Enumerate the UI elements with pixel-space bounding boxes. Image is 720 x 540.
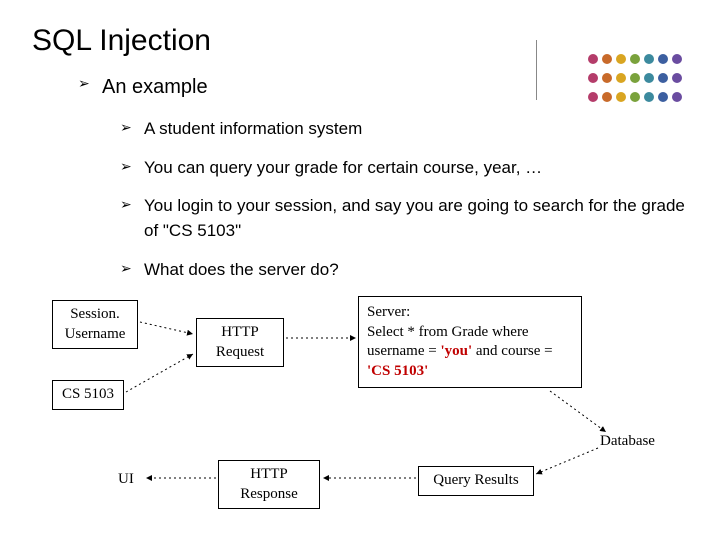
decor-vline <box>536 40 537 100</box>
box-query-results: Query Results <box>418 466 534 496</box>
box-cs5103: CS 5103 <box>52 380 124 410</box>
bullet: A student information system <box>120 117 688 142</box>
slide: SQL Injection An example A student infor… <box>0 0 720 540</box>
box-session-username: Session.Username <box>52 300 138 349</box>
label-ui: UI <box>118 470 134 490</box>
box-http-request: HTTPRequest <box>196 318 284 367</box>
diagram: Session.Username CS 5103 HTTPRequest Ser… <box>48 296 668 526</box>
box-server: Server:Select * from Grade where usernam… <box>358 296 582 388</box>
decor-dots <box>586 52 696 109</box>
decoration <box>536 30 696 110</box>
bullet-level2: A student information system You can que… <box>80 117 688 282</box>
label-database: Database <box>600 432 655 452</box>
box-http-response: HTTPResponse <box>218 460 320 509</box>
bullet: You can query your grade for certain cou… <box>120 156 688 181</box>
bullet: What does the server do? <box>120 258 688 283</box>
bullet: You login to your session, and say you a… <box>120 194 688 243</box>
